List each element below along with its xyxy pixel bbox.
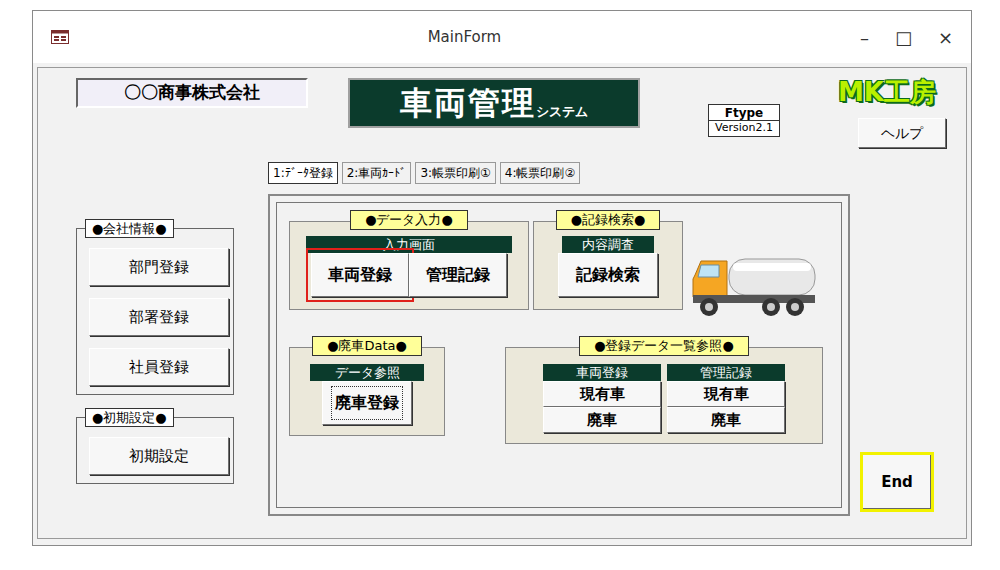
list-column: 車両登録現有車廃車 <box>543 364 661 433</box>
group-header: 入力画面 <box>306 236 512 253</box>
window-controls: –□ × <box>860 24 953 51</box>
title-bar: MainForm–□ × <box>33 11 971 63</box>
scrap-group: ●廃車Data●データ参照廃車登録 <box>289 347 445 436</box>
group-title: ●廃車Data● <box>312 336 422 356</box>
tab[interactable]: 2:車両ｶｰﾄﾞ <box>342 162 412 184</box>
window-control[interactable]: – <box>860 24 869 51</box>
window-title: MainForm <box>69 26 860 49</box>
company-label: 〇〇商事株式会社 <box>76 78 308 108</box>
sidebar-button[interactable]: 部門登録 <box>89 248 229 286</box>
sidebar: ●会社情報●部門登録部署登録社員登録●初期設定●初期設定 <box>76 228 234 516</box>
truck-icon <box>689 251 819 321</box>
window-control[interactable]: × <box>938 24 953 51</box>
search-group: ●記録検索●内容調査記録検索 <box>533 221 683 310</box>
form-button[interactable]: 車両登録 <box>311 253 409 297</box>
group-header: 内容調査 <box>562 236 654 253</box>
end-button[interactable]: End <box>860 452 934 512</box>
group-title: ●登録データ一覧参照● <box>579 336 749 356</box>
list-button[interactable]: 廃車 <box>543 407 661 433</box>
group-header: 車両登録 <box>543 364 661 381</box>
list-button[interactable]: 現有車 <box>543 381 661 407</box>
list-column: 管理記録現有車廃車 <box>667 364 785 433</box>
tab-panel: ●データ入力●入力画面車両登録管理記録●記録検索●内容調査記録検索●廃車Data… <box>268 194 850 516</box>
window: MainForm–□ × 〇〇商事株式会社 車両管理システム FtypeVersion2… <box>32 10 972 546</box>
sidebar-button[interactable]: 社員登録 <box>89 348 229 386</box>
logo: MK工房 <box>838 78 936 106</box>
form-button[interactable]: 廃車登録 <box>322 381 412 425</box>
screen: MainForm–□ × 〇〇商事株式会社 車両管理システム FtypeVersion2… <box>0 0 1000 570</box>
list-button[interactable]: 廃車 <box>667 407 785 433</box>
app-title: 車両管理システム <box>348 78 640 128</box>
sidebar-button[interactable]: 初期設定 <box>89 437 229 475</box>
group-header: 管理記録 <box>667 364 785 381</box>
tab[interactable]: 1:ﾃﾞｰﾀ登録 <box>268 162 338 184</box>
list-group: ●登録データ一覧参照●車両登録現有車廃車管理記録現有車廃車 <box>505 347 823 444</box>
tab[interactable]: 4:帳票印刷② <box>500 162 580 184</box>
sidebar-group: ●初期設定●初期設定 <box>76 417 234 484</box>
group-title: ●記録検索● <box>556 210 661 230</box>
version-box: FtypeVersion2.1 <box>708 104 780 137</box>
form-icon <box>51 30 69 44</box>
group-title: ●会社情報● <box>85 219 174 238</box>
tab[interactable]: 3:帳票印刷① <box>415 162 495 184</box>
group-title: ●初期設定● <box>85 408 174 427</box>
tab-bar: 1:ﾃﾞｰﾀ登録2:車両ｶｰﾄﾞ3:帳票印刷①4:帳票印刷② <box>268 162 946 184</box>
header-row: 〇〇商事株式会社 車両管理システム FtypeVersion2.1 MK工房ヘルプ <box>76 78 946 160</box>
form-body: 〇〇商事株式会社 車両管理システム FtypeVersion2.1 MK工房ヘルプ 1:… <box>37 67 967 539</box>
group-title: ●データ入力● <box>350 210 468 230</box>
sidebar-button[interactable]: 部署登録 <box>89 298 229 336</box>
help-button[interactable]: ヘルプ <box>858 118 946 148</box>
window-control[interactable]: □ <box>895 24 912 51</box>
data-entry-group: ●データ入力●入力画面車両登録管理記録 <box>289 221 529 310</box>
group-header: データ参照 <box>310 364 424 381</box>
sidebar-group: ●会社情報●部門登録部署登録社員登録 <box>76 228 234 395</box>
list-button[interactable]: 現有車 <box>667 381 785 407</box>
form-button[interactable]: 記録検索 <box>558 253 658 297</box>
form-button[interactable]: 管理記録 <box>409 253 507 297</box>
